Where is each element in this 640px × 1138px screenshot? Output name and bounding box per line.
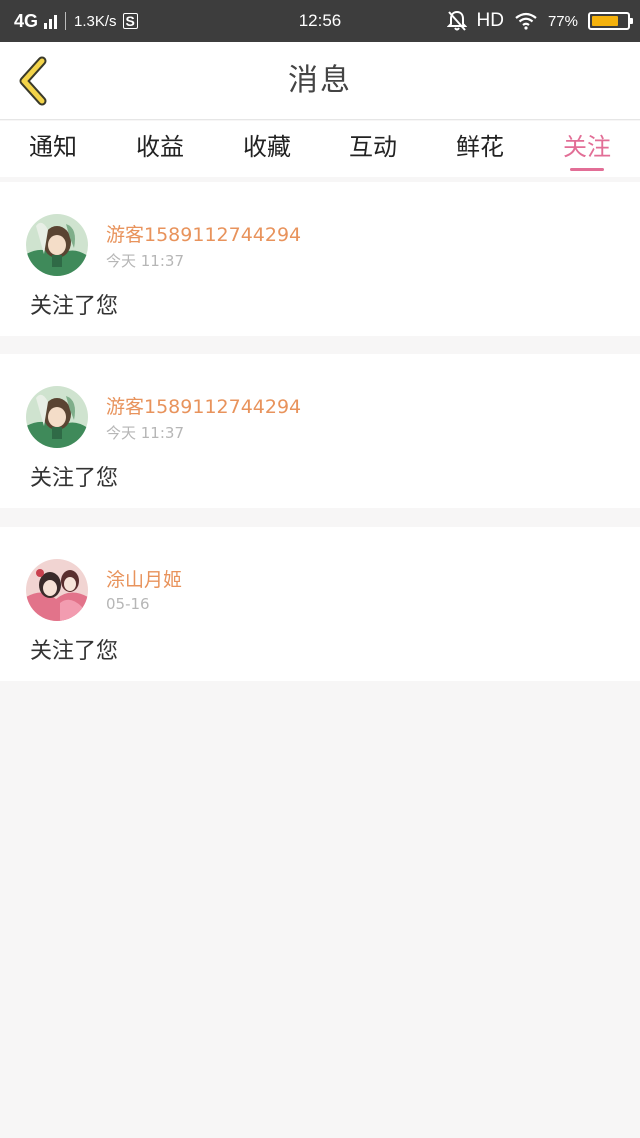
avatar-pink-icon[interactable] (26, 559, 88, 621)
avatar-green-icon[interactable] (26, 386, 88, 448)
tab-label: 收藏 (243, 133, 291, 161)
tab-label: 通知 (29, 133, 77, 161)
tab-flowers[interactable]: 鲜花 (440, 121, 520, 177)
message-item[interactable]: 游客1589112744294 今天 11:37 关注了您 (0, 354, 640, 508)
message-text: 关注了您 (30, 466, 119, 491)
tab-label: 关注 (563, 133, 611, 161)
user-name[interactable]: 游客1589112744294 (106, 392, 301, 419)
page-title: 消息 (288, 63, 352, 98)
hd-label: HD (476, 10, 504, 31)
tab-notifications[interactable]: 通知 (13, 121, 93, 177)
user-name[interactable]: 游客1589112744294 (106, 220, 301, 247)
user-name[interactable]: 涂山月姬 (106, 565, 182, 592)
message-time: 今天 11:37 (106, 424, 184, 442)
tab-label: 互动 (349, 133, 397, 161)
app-header: 消息 (0, 42, 640, 120)
mute-bell-icon (446, 10, 467, 31)
avatar-green-icon[interactable] (26, 214, 88, 276)
status-bar: 4G 1.3K/s S 12:56 HD 77% (0, 0, 640, 42)
battery-icon (588, 12, 633, 30)
message-text: 关注了您 (30, 639, 119, 664)
tab-favorites[interactable]: 收藏 (227, 121, 307, 177)
message-text: 关注了您 (30, 294, 119, 319)
message-item[interactable]: 涂山月姬 05-16 关注了您 (0, 527, 640, 681)
tab-bar: 通知 收益 收藏 互动 鲜花 关注 (0, 121, 640, 177)
wifi-icon (515, 12, 537, 30)
status-bar-right: HD 77% (446, 0, 633, 42)
tab-follows[interactable]: 关注 (547, 121, 627, 177)
message-time: 今天 11:37 (106, 252, 184, 270)
tab-earnings[interactable]: 收益 (120, 121, 200, 177)
tab-label: 鲜花 (456, 133, 504, 161)
message-time: 05-16 (106, 595, 150, 613)
battery-level (592, 16, 619, 26)
message-item[interactable]: 游客1589112744294 今天 11:37 关注了您 (0, 182, 640, 336)
battery-percent: 77% (547, 12, 578, 30)
tab-label: 收益 (136, 133, 184, 161)
active-tab-indicator (570, 168, 604, 171)
tab-interactions[interactable]: 互动 (333, 121, 413, 177)
